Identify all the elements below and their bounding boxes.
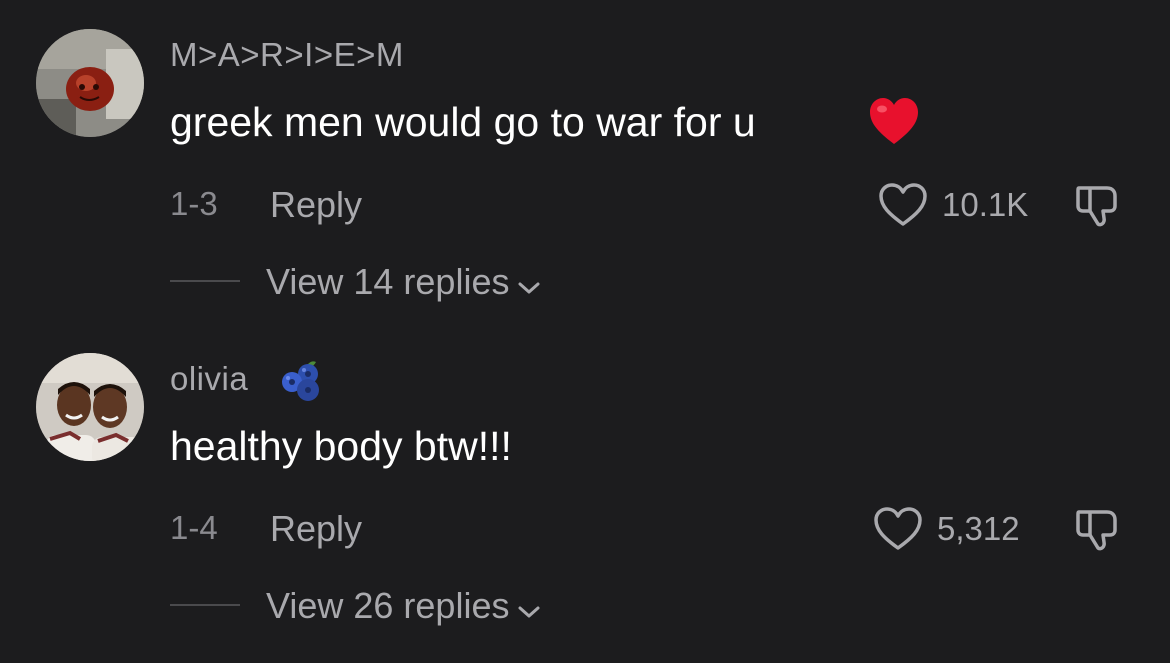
- user-avatar[interactable]: [36, 29, 144, 137]
- view-replies-button[interactable]: View 26 replies: [266, 583, 541, 629]
- view-replies-label: View 26 replies: [266, 585, 510, 626]
- chevron-down-icon: [517, 263, 541, 305]
- thumbs-down-icon[interactable]: [1073, 180, 1125, 235]
- user-avatar[interactable]: [36, 353, 144, 461]
- chevron-down-icon: [517, 587, 541, 629]
- comment-text: greek men would go to war for u: [170, 99, 756, 145]
- heart-outline-icon[interactable]: [878, 182, 928, 233]
- reply-button[interactable]: Reply: [270, 184, 362, 226]
- divider: [170, 604, 240, 606]
- view-replies-label: View 14 replies: [266, 261, 510, 302]
- like-count: 5,312: [937, 510, 1020, 547]
- comment-date: 1-4: [170, 509, 218, 546]
- reply-button[interactable]: Reply: [270, 508, 362, 550]
- username[interactable]: M>A>R>I>E>M: [170, 36, 404, 74]
- red-heart-emoji-icon: [868, 96, 920, 151]
- divider: [170, 280, 240, 282]
- like-count: 10.1K: [942, 186, 1029, 223]
- view-replies-button[interactable]: View 14 replies: [266, 259, 541, 305]
- comment-date: 1-3: [170, 185, 218, 222]
- username[interactable]: olivia: [170, 360, 248, 398]
- blueberries-emoji-icon: [278, 358, 326, 407]
- thumbs-down-icon[interactable]: [1073, 504, 1125, 559]
- comment-text: healthy body btw!!!: [170, 423, 512, 469]
- heart-outline-icon[interactable]: [873, 506, 923, 557]
